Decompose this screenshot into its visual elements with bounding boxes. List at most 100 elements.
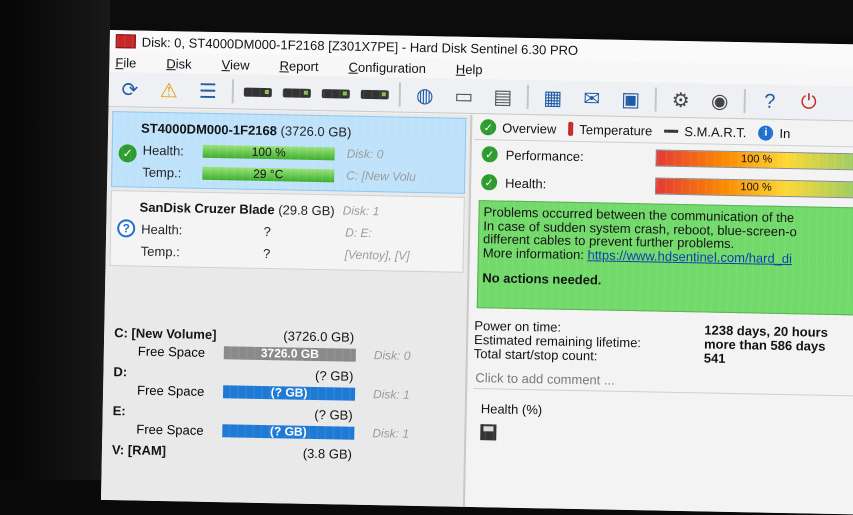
volume-entry-d[interactable]: D: (? GB) Free Space (? GB) Disk: 1 <box>107 362 460 408</box>
tab-overview[interactable]: ✓ Overview <box>480 119 557 137</box>
volume-entry-c[interactable]: C: [New Volume] (3726.0 GB) Free Space 3… <box>108 323 461 369</box>
app-window: Disk: 0, ST4000DM000-1F2168 [Z301X7PE] -… <box>100 30 853 515</box>
thermometer-icon <box>568 121 574 136</box>
free-space-label: Free Space <box>137 343 206 360</box>
tab-label: S.M.A.R.T. <box>684 123 747 140</box>
status-message: Problems occurred between the communicat… <box>476 200 853 316</box>
gear-icon[interactable]: ⚙ <box>665 86 696 115</box>
save-icon[interactable] <box>480 424 497 441</box>
disk-health-icon[interactable] <box>321 79 352 108</box>
free-space-label: Free Space <box>136 382 205 399</box>
tab-information[interactable]: i In <box>758 124 791 141</box>
drive-list-icon[interactable]: ☰ <box>193 77 224 106</box>
volume-size: (? GB) <box>314 406 353 423</box>
health-label: Health: <box>504 175 547 191</box>
performance-label: Performance: <box>505 147 584 164</box>
menu-configuration[interactable]: Configuration <box>348 59 426 75</box>
info-icon: i <box>758 124 774 141</box>
disk-list-panel: ST4000DM000-1F2168 (3726.0 GB) ✓ Health:… <box>100 107 473 507</box>
menu-view[interactable]: View <box>221 57 249 73</box>
temp-label: Temp.: <box>142 164 182 180</box>
check-icon: ✓ <box>480 119 497 136</box>
comment-field[interactable]: Click to add comment ... <box>473 370 853 397</box>
toolbar-separator <box>526 85 530 110</box>
volume-name: D: <box>113 364 128 380</box>
volume-size: (3726.0 GB) <box>283 328 355 345</box>
volume-name: C: [New Volume] <box>114 325 217 343</box>
ghost-text: Disk: 1 <box>372 387 410 402</box>
health-value: ? <box>263 223 271 239</box>
health-bar: 100 % <box>654 176 853 198</box>
free-space-bar: (? GB) <box>222 423 355 440</box>
details-panel: ✓ Overview Temperature S.M.A.R.T. i In ✓… <box>466 115 853 515</box>
free-space-bar: (? GB) <box>222 384 356 401</box>
menu-file[interactable]: File <box>115 55 136 70</box>
more-info-link[interactable]: https://www.hdsentinel.com/hard_di <box>587 247 792 266</box>
app-logo-icon <box>115 34 136 49</box>
tab-smart[interactable]: S.M.A.R.T. <box>664 123 747 140</box>
toolbar-separator <box>231 79 235 104</box>
health-chart-title: Health (%) <box>480 401 543 418</box>
stat-value: 541 <box>703 350 726 366</box>
disk-performance-icon[interactable] <box>282 78 313 107</box>
toolbar-separator <box>654 87 657 112</box>
alert-icon[interactable]: ⚠ <box>154 76 185 105</box>
volume-name: V: [RAM] <box>111 442 167 459</box>
disk-entry-1[interactable]: SanDisk Cruzer Blade (29.8 GB) Disk: 1 ?… <box>109 190 465 273</box>
ghost-text: D: E: <box>345 225 372 241</box>
health-row: ✓ Health: 100 % <box>473 168 853 204</box>
menu-help[interactable]: Help <box>456 61 483 77</box>
temp-value: ? <box>262 245 271 261</box>
more-info-label: More information: <box>482 244 585 262</box>
health-bar: 100 % <box>202 144 335 160</box>
menu-report[interactable]: Report <box>279 58 318 74</box>
tab-label: Overview <box>502 120 557 137</box>
usb-drive-icon[interactable]: ▭ <box>449 82 480 111</box>
monitor-icon[interactable]: ▣ <box>616 85 647 114</box>
temp-bar: 29 °C <box>202 166 335 182</box>
email-icon[interactable]: ✉ <box>577 84 608 113</box>
temp-label: Temp.: <box>140 243 180 259</box>
ghost-text: Disk: 0 <box>373 348 411 363</box>
help-icon[interactable]: ? <box>754 87 785 116</box>
free-space-bar: 3726.0 GB <box>223 345 356 362</box>
ghost-text: Disk: 0 <box>346 146 384 162</box>
tab-label: In <box>779 125 791 141</box>
ghost-text: Disk: 1 <box>342 203 380 219</box>
check-icon: ✓ <box>480 174 498 191</box>
volume-list: C: [New Volume] (3726.0 GB) Free Space 3… <box>106 323 461 466</box>
refresh-icon[interactable]: ⟳ <box>115 75 146 104</box>
check-icon: ✓ <box>481 146 498 163</box>
disk-size: (3726.0 GB) <box>280 122 352 140</box>
toolbar-separator <box>398 82 402 107</box>
volume-size: (3.8 GB) <box>302 445 353 462</box>
volume-size: (? GB) <box>314 368 354 384</box>
disk-details-icon[interactable] <box>243 78 274 107</box>
ghost-text: C: [New Volu <box>346 168 416 184</box>
power-icon[interactable]: ⏻ <box>793 88 824 117</box>
ghost-text: [Ventoy], [V] <box>344 247 410 263</box>
menu-disk[interactable]: Disk <box>166 56 192 71</box>
external-drive-icon[interactable]: ▤ <box>488 82 519 111</box>
disk-name: SanDisk Cruzer Blade <box>139 199 275 217</box>
disk-search-icon[interactable] <box>360 80 391 109</box>
volume-name: E: <box>112 403 126 419</box>
ghost-text: Disk: 1 <box>372 426 410 441</box>
performance-bar: 100 % <box>655 149 853 170</box>
volume-entry-e[interactable]: E: (? GB) Free Space (? GB) Disk: 1 <box>106 401 459 447</box>
tab-label: Temperature <box>579 121 653 138</box>
disk-name: ST4000DM000-1F2168 <box>140 120 278 138</box>
network-icon[interactable]: ◍ <box>410 81 441 110</box>
smart-icon <box>664 129 679 133</box>
disk-entry-0[interactable]: ST4000DM000-1F2168 (3726.0 GB) ✓ Health:… <box>110 111 467 194</box>
action-text: No actions needed. <box>482 270 602 288</box>
report-icon[interactable]: ▦ <box>538 83 569 112</box>
monitor-bezel-top <box>0 0 853 34</box>
monitor-bezel-left <box>0 0 110 480</box>
toolbar-separator <box>743 89 746 114</box>
free-space-label: Free Space <box>136 421 204 438</box>
disk-size: (29.8 GB) <box>278 201 335 218</box>
tab-temperature[interactable]: Temperature <box>568 121 652 138</box>
stats-block: Power on time: 1238 days, 20 hours Estim… <box>470 318 853 368</box>
speaker-icon[interactable]: ◉ <box>704 86 735 115</box>
